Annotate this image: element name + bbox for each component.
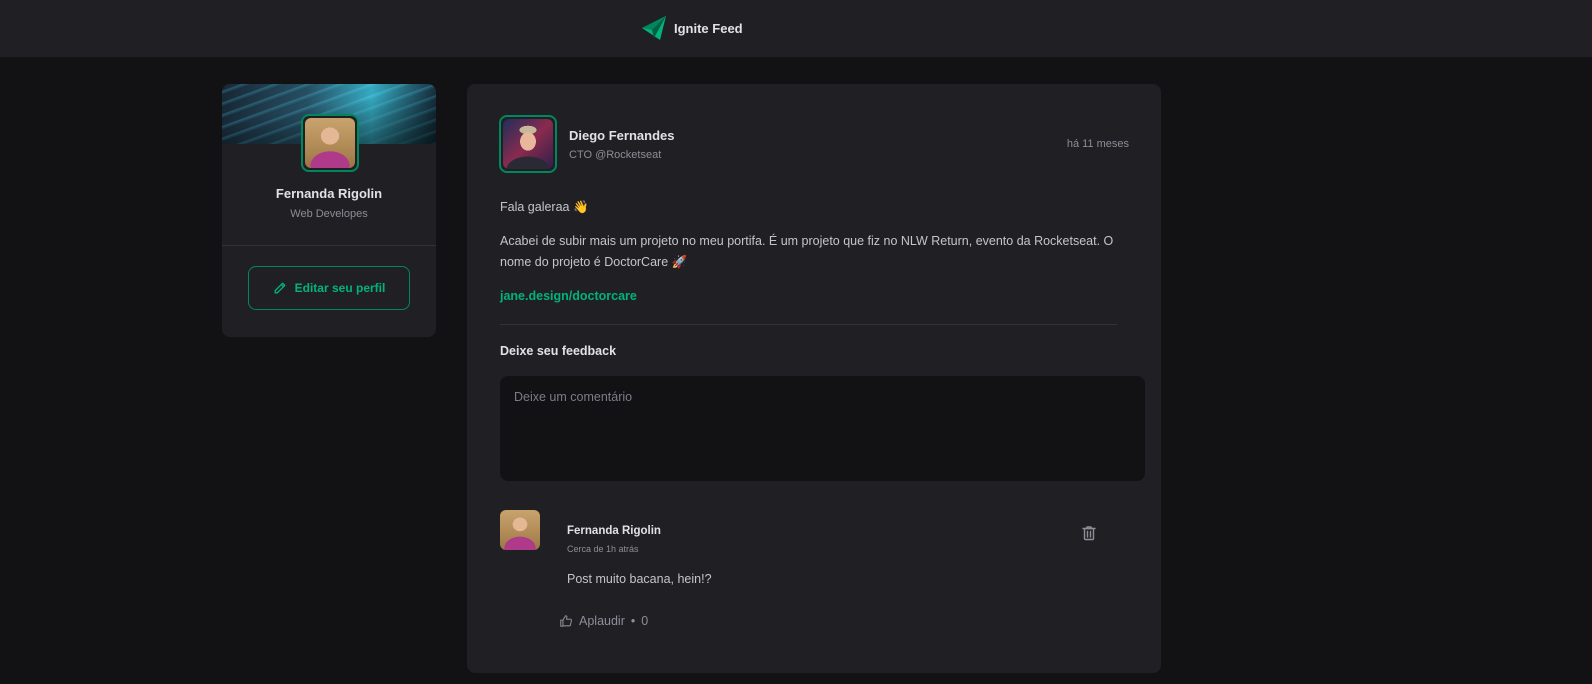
sidebar-divider [222,245,436,246]
profile-avatar[interactable] [301,114,359,172]
comment-author-name: Fernanda Rigolin [567,525,661,537]
post-content: Fala galeraa 👋 Acabei de subir mais um p… [500,197,1120,307]
profile-sidebar: Fernanda Rigolin Web Developes Editar se… [222,84,436,337]
applaud-separator: • [630,614,636,628]
post-card: Diego Fernandes CTO @Rocketseat há 11 me… [467,84,1161,673]
comment-text: Post muito bacana, hein!? [567,572,712,586]
trash-icon [1082,526,1096,541]
comment-timestamp: Cerca de 1h atrás [567,544,639,554]
post-paragraph: Fala galeraa 👋 [500,200,589,214]
delete-comment-button[interactable] [1079,524,1099,544]
app-header: Ignite Feed [0,0,1592,57]
comment-input[interactable] [500,376,1145,481]
applaud-button[interactable]: Aplaudir • 0 [559,614,648,628]
app-name: Ignite Feed [674,20,743,36]
profile-role: Web Developes [290,208,368,220]
edit-profile-button[interactable]: Editar seu perfil [248,266,410,310]
pencil-icon [274,282,286,294]
applaud-count: 0 [641,614,649,628]
post-author-avatar[interactable] [499,115,557,173]
applaud-label: Aplaudir [579,614,625,628]
profile-name: Fernanda Rigolin [275,186,383,201]
post-author-name: Diego Fernandes [569,128,675,143]
feedback-title: Deixe seu feedback [500,344,617,358]
post-timestamp: há 11 meses [1066,138,1129,150]
post-paragraph: Acabei de subir mais um projeto no meu p… [500,234,1114,269]
paper-plane-logo-icon [642,16,666,40]
post-author-avatar-image [503,119,553,169]
post-link[interactable]: jane.design/doctorcare [500,289,637,303]
comment-author-avatar[interactable] [500,510,540,550]
post-divider [500,324,1117,325]
post-author-role: CTO @Rocketseat [569,149,662,161]
brand: Ignite Feed [640,14,743,42]
thumbs-up-icon [560,615,572,627]
edit-profile-label: Editar seu perfil [294,281,386,295]
profile-avatar-image [305,118,355,168]
